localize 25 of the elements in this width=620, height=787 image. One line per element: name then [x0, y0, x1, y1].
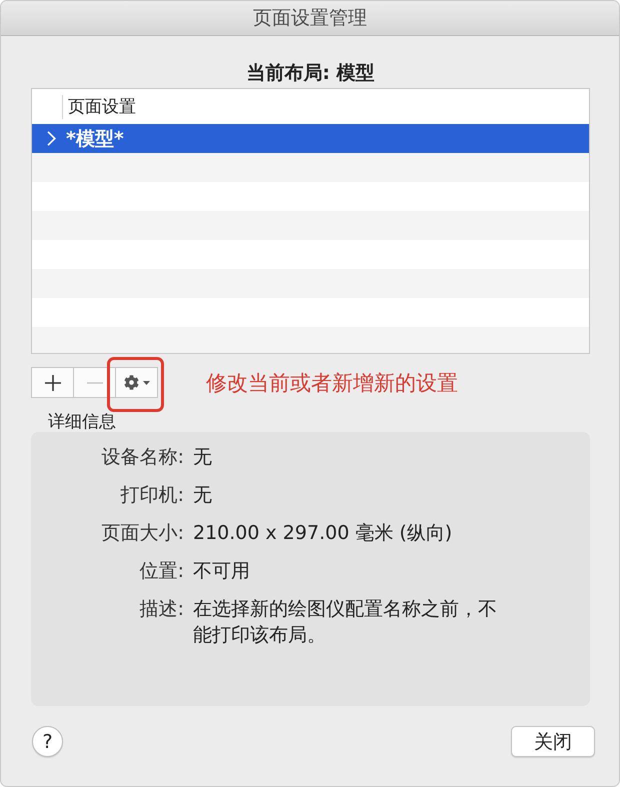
add-button[interactable] — [31, 367, 74, 398]
plus-icon — [44, 374, 60, 390]
minus-icon — [86, 382, 102, 384]
annotation-text: 修改当前或者新增新的设置 — [206, 370, 458, 396]
field-label: 页面大小: — [102, 521, 184, 546]
caret-icon — [142, 380, 150, 384]
field-value: 无 — [193, 483, 212, 508]
field-label: 打印机: — [120, 483, 184, 508]
help-button[interactable]: ? — [32, 726, 63, 757]
field-value: 不可用 — [193, 559, 250, 584]
field-label: 描述: — [140, 597, 184, 622]
field-label: 位置: — [140, 559, 184, 584]
field-label: 设备名称: — [102, 445, 184, 470]
settings-button[interactable] — [115, 367, 158, 398]
window-title: 页面设置管理 — [253, 6, 367, 30]
chevron-right-icon[interactable] — [47, 131, 56, 146]
current-layout-heading: 当前布局: 模型 — [246, 61, 375, 85]
close-button[interactable]: 关闭 — [511, 726, 595, 757]
field-value: 在选择新的绘图仪配置名称之前，不能打印该布局。 — [193, 597, 498, 648]
field-value: 无 — [193, 445, 212, 470]
column-header: 页面设置 — [62, 94, 136, 118]
field-value: 210.00 x 297.00 毫米 (纵向) — [193, 521, 452, 546]
gear-icon — [124, 375, 138, 390]
details-title: 详细信息 — [48, 412, 116, 432]
list-row[interactable]: *模型* — [32, 124, 589, 153]
